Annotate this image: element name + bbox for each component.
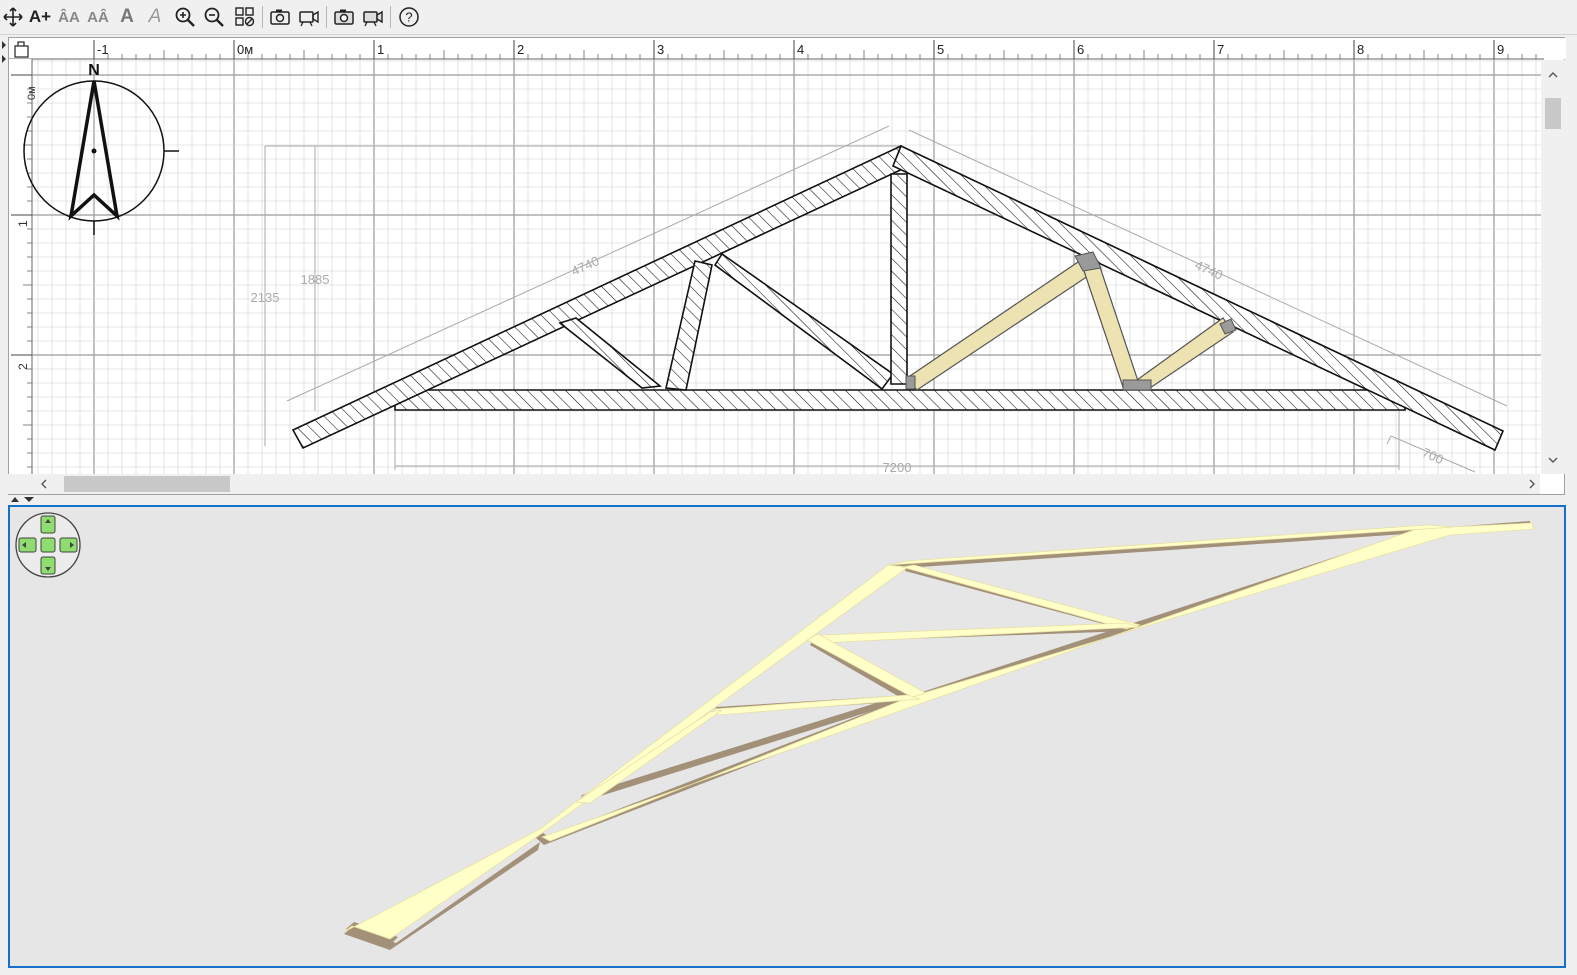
nav-up-icon[interactable] (40, 515, 56, 534)
bold-icon: A (120, 6, 134, 27)
nav-center-icon[interactable] (40, 537, 56, 553)
scroll-left-icon[interactable] (41, 479, 47, 489)
add-text-button[interactable]: A+ (27, 4, 53, 30)
dim-inner-height: 1885 (301, 272, 330, 287)
scroll-down-icon[interactable] (1548, 457, 1558, 463)
zoom-out-icon (204, 7, 224, 27)
horizontal-scrollbar[interactable] (8, 474, 1540, 494)
nav-left-icon[interactable] (18, 537, 37, 553)
dim-total-height: 2135 (251, 290, 280, 305)
record-3d-button[interactable] (360, 4, 386, 30)
zoom-fit-button[interactable] (232, 4, 258, 30)
vertical-scroll-thumb[interactable] (1545, 98, 1561, 129)
plan-view[interactable]: -1 0м 1 2 3 4 5 6 7 8 9 0м 1 2 N 4740 47… (8, 37, 1566, 495)
left-ruler-label-2: 2 (16, 363, 30, 370)
ruler-label: 5 (937, 42, 944, 57)
bold-button[interactable]: A (114, 4, 140, 30)
ruler-label: 2 (517, 42, 524, 57)
zoom-fit-icon (235, 7, 255, 27)
truss-web-2[interactable] (665, 260, 713, 391)
toolbar-separator (262, 6, 263, 28)
horizontal-scroll-thumb[interactable] (64, 476, 230, 492)
svg-text:?: ? (405, 10, 412, 25)
move-tool-button[interactable] (0, 4, 26, 30)
connector-plate (905, 375, 916, 390)
panel-collapse-arrows[interactable] (0, 37, 8, 67)
ruler-label: 3 (657, 42, 664, 57)
italic-button[interactable]: A (142, 4, 168, 30)
italic-icon: A (148, 6, 162, 27)
scroll-right-icon[interactable] (1529, 479, 1535, 489)
font-increase-button[interactable]: ÂA (56, 4, 82, 30)
snapshot-plan-button[interactable] (267, 4, 293, 30)
truss-plan[interactable]: 4740 4740 2135 1885 7200 700 (251, 125, 1508, 475)
horizontal-scrollbar-graphics (41, 476, 1535, 492)
video-camera-3d-icon (363, 10, 383, 27)
zoom-out-button[interactable] (201, 4, 227, 30)
truss-3d-bottom-chord[interactable] (540, 522, 1535, 842)
vertical-scrollbar-graphics (1545, 72, 1561, 463)
view-3d-canvas[interactable] (10, 507, 1564, 966)
font-increase-icon: ÂA (58, 8, 80, 26)
truss-web-selected-3[interactable] (1136, 317, 1234, 391)
record-plan-button[interactable] (296, 4, 322, 30)
font-decrease-button[interactable]: AÂ (85, 4, 111, 30)
ruler-label: 6 (1077, 42, 1084, 57)
ruler-label: 4 (797, 42, 804, 57)
help-icon: ? (399, 7, 419, 27)
video-camera-icon (299, 10, 319, 27)
left-ruler-label-1: 1 (16, 220, 30, 227)
nav-right-icon[interactable] (59, 537, 78, 553)
navigation-pad-icon[interactable] (15, 512, 81, 578)
zoom-in-icon (175, 7, 195, 27)
truss-3d-web-e[interactable] (574, 709, 723, 804)
truss-3d-model[interactable] (343, 521, 1535, 950)
toolbar: A+ ÂA AÂ A A ? (0, 0, 1577, 35)
camera-3d-icon (334, 9, 354, 25)
view-3d[interactable] (8, 505, 1566, 968)
ruler-label: 8 (1357, 42, 1364, 57)
ruler-label: -1 (97, 42, 109, 57)
left-ruler-label-0: 0м (26, 86, 38, 100)
splitter-arrows[interactable] (8, 495, 48, 505)
connector-plate (1122, 379, 1152, 391)
ruler-label: 7 (1217, 42, 1224, 57)
font-decrease-icon: AÂ (87, 8, 109, 26)
vertical-scrollbar[interactable] (1541, 60, 1565, 474)
zoom-in-button[interactable] (172, 4, 198, 30)
ruler-label: 9 (1497, 42, 1504, 57)
truss-web-1[interactable] (558, 317, 662, 389)
truss-3d-rafter[interactable] (343, 564, 910, 940)
plan-canvas[interactable]: -1 0м 1 2 3 4 5 6 7 8 9 0м 1 2 N 4740 47… (9, 38, 1566, 475)
truss-bottom-chord[interactable] (394, 389, 1406, 411)
nav-down-icon[interactable] (40, 556, 56, 575)
ruler-label: 0м (237, 42, 253, 57)
truss-3d-web-a[interactable] (901, 564, 1142, 630)
dim-span: 7200 (883, 460, 912, 475)
ruler-label: 1 (377, 42, 384, 57)
snapshot-3d-button[interactable] (331, 4, 357, 30)
north-compass: N (23, 62, 179, 235)
dim-right-rafter: 4740 (1193, 257, 1226, 283)
truss-web-selected-2[interactable] (1082, 263, 1140, 388)
toolbar-separator (326, 6, 327, 28)
truss-web-4[interactable] (890, 173, 908, 385)
camera-icon (270, 9, 290, 25)
help-button[interactable]: ? (396, 4, 422, 30)
truss-3d-web-c[interactable] (806, 633, 928, 698)
toolbar-separator (390, 6, 391, 28)
scroll-up-icon[interactable] (1548, 72, 1558, 78)
text-add-icon: A+ (28, 7, 52, 26)
compass-north-label: N (88, 62, 100, 79)
move-cross-icon (3, 7, 23, 27)
